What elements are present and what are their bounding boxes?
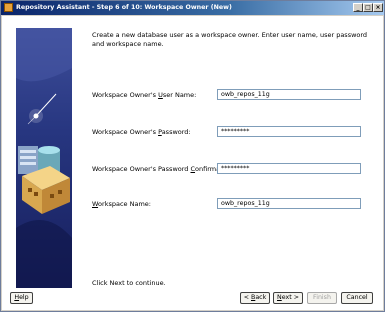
workspace-name-label: Workspace Name:: [92, 200, 151, 208]
next-button[interactable]: Next >: [273, 292, 303, 304]
close-button[interactable]: ×: [373, 3, 383, 12]
owner-password-label: Workspace Owner's Password:: [92, 128, 191, 136]
app-icon: [4, 3, 13, 12]
help-button[interactable]: Help: [10, 292, 33, 304]
owner-user-name-label: Workspace Owner's User Name:: [92, 91, 197, 99]
workspace-name-input[interactable]: owb_repos_11g: [217, 198, 361, 209]
wizard-content: Create a new database user as a workspac…: [79, 28, 379, 288]
repository-assistant-window: Repository Assistant - Step 6 of 10: Wor…: [0, 0, 385, 312]
footer-hint: Click Next to continue.: [92, 279, 166, 287]
intro-text: Create a new database user as a workspac…: [92, 31, 368, 48]
owner-password-confirm-label: Workspace Owner's Password Confirmation:: [92, 165, 235, 173]
owner-password-confirm-input[interactable]: *********: [217, 163, 361, 174]
maximize-button[interactable]: □: [363, 3, 373, 12]
owner-user-name-input[interactable]: owb_repos_11g: [217, 89, 361, 100]
back-button[interactable]: < Back: [240, 292, 270, 304]
wizard-illustration-graphic: [16, 28, 72, 288]
wizard-illustration: [16, 28, 72, 288]
wizard-body: Create a new database user as a workspac…: [2, 16, 383, 310]
window-title: Repository Assistant - Step 6 of 10: Wor…: [16, 4, 232, 11]
owner-password-input[interactable]: *********: [217, 126, 361, 137]
finish-button[interactable]: Finish: [307, 292, 337, 304]
cancel-button[interactable]: Cancel: [341, 292, 373, 304]
title-bar[interactable]: Repository Assistant - Step 6 of 10: Wor…: [1, 1, 384, 15]
minimize-button[interactable]: _: [353, 3, 363, 12]
